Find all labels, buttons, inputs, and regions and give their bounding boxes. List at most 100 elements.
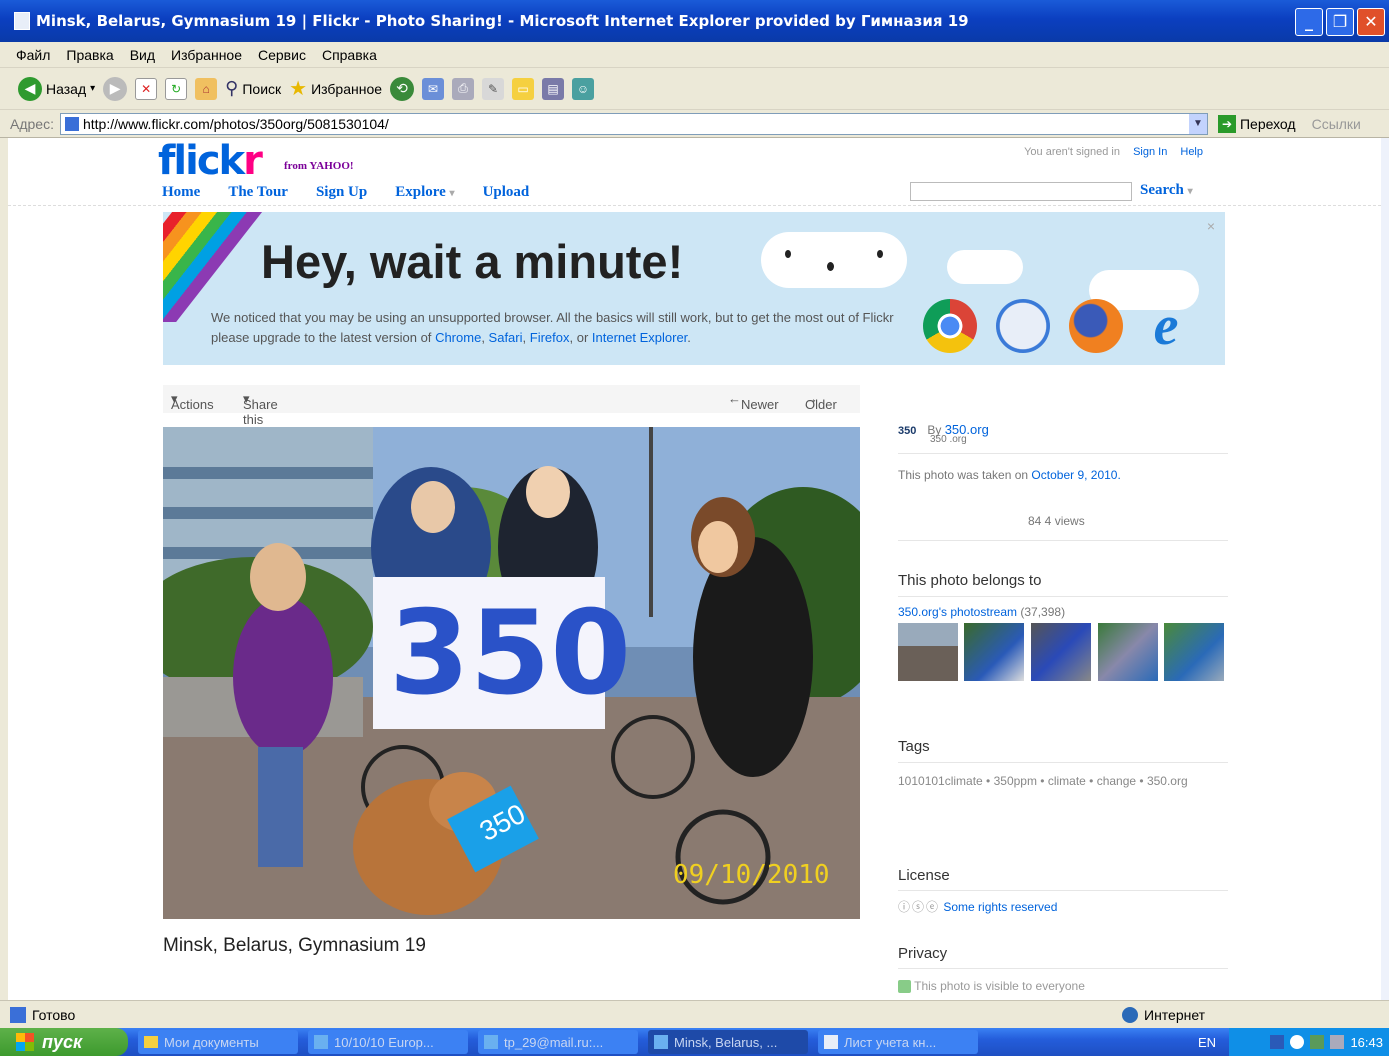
research-button[interactable]: ▤ — [542, 77, 565, 100]
sidebar-divider — [898, 890, 1228, 891]
help-link[interactable]: Help — [1180, 146, 1203, 158]
messenger-button[interactable]: ☺ — [572, 77, 595, 100]
window-title-bar: Minsk, Belarus, Gymnasium 19 | Flickr - … — [0, 0, 1389, 42]
photostream-thumb-3[interactable] — [1031, 623, 1091, 681]
search-dropdown-icon[interactable]: ▾ — [1188, 186, 1193, 197]
cloud — [947, 250, 1023, 284]
photo-title: Minsk, Belarus, Gymnasium 19 — [163, 935, 426, 956]
star-icon: ★ — [289, 78, 308, 100]
address-dropdown[interactable]: ▼ — [1188, 113, 1207, 134]
minimize-button[interactable]: _ — [1295, 8, 1323, 36]
task-ie-europe[interactable]: 10/10/10 Europ... — [308, 1030, 468, 1054]
search-input[interactable] — [910, 182, 1132, 201]
search-button[interactable]: ⚲ Поиск — [225, 78, 281, 99]
go-button[interactable]: ➔ Переход — [1217, 114, 1296, 133]
photo-illustration: 350 350 09/10/2010 — [163, 427, 860, 919]
nav-explore[interactable]: Explore ▾ — [395, 184, 454, 201]
page-icon — [64, 116, 79, 131]
restore-button[interactable]: ❐ — [1326, 8, 1354, 36]
safari-link[interactable]: Safari — [489, 330, 523, 345]
history-button[interactable]: ⟲ — [390, 76, 415, 101]
links-button[interactable]: Ссылки — [1312, 116, 1361, 132]
chrome-icon[interactable] — [923, 299, 977, 353]
clock[interactable]: 16:43 — [1350, 1035, 1383, 1050]
nav-home[interactable]: Home — [162, 184, 200, 201]
safari-icon[interactable] — [996, 299, 1050, 353]
address-url: http://www.flickr.com/photos/350org/5081… — [82, 115, 389, 132]
search-button-flickr[interactable]: Search ▾ — [1140, 182, 1193, 199]
nav-signup[interactable]: Sign Up — [316, 184, 367, 201]
vertical-scrollbar[interactable] — [1381, 138, 1389, 1000]
photostream-thumb-5[interactable] — [1164, 623, 1224, 681]
photostream-thumb-4[interactable] — [1098, 623, 1158, 681]
back-arrow-icon: ◀ — [18, 76, 42, 101]
menu-view[interactable]: Вид — [130, 47, 155, 63]
taken-date-link[interactable]: October 9, 2010. — [1031, 468, 1120, 482]
task-word-doc[interactable]: Лист учета кн... — [818, 1030, 978, 1054]
tray-icon[interactable] — [1270, 1035, 1285, 1049]
owner-buddy-icon[interactable]: 350 — [898, 425, 924, 437]
tray-icon[interactable] — [1310, 1035, 1325, 1049]
nav-tour[interactable]: The Tour — [228, 184, 288, 201]
actions-menu[interactable]: Actions ▾ — [171, 391, 214, 412]
close-button[interactable]: ✕ — [1357, 8, 1385, 36]
ie-link[interactable]: Internet Explorer — [592, 330, 687, 345]
menu-favorites[interactable]: Избранное — [171, 47, 242, 63]
stop-button[interactable]: ✕ — [135, 77, 158, 100]
windows-logo-icon — [16, 1033, 34, 1051]
rainbow-graphic — [163, 212, 270, 322]
photostream-link[interactable]: 350.org's photostream — [898, 605, 1017, 619]
favorites-button[interactable]: ★ Избранное — [289, 76, 382, 101]
task-ie-mail[interactable]: tp_29@mail.ru:... — [478, 1030, 638, 1054]
older-link[interactable]: Older → — [805, 391, 837, 412]
menu-edit[interactable]: Правка — [66, 47, 113, 63]
tray-icon[interactable] — [1290, 1035, 1305, 1049]
language-indicator[interactable]: EN — [1198, 1035, 1216, 1050]
banner-close-button[interactable]: × — [1207, 218, 1215, 234]
firefox-link[interactable]: Firefox — [530, 330, 570, 345]
firefox-icon[interactable] — [1069, 299, 1123, 353]
go-arrow-icon: ➔ — [1217, 114, 1236, 133]
tray-icon[interactable] — [1330, 1035, 1345, 1049]
edit-button[interactable]: ✎ — [482, 77, 505, 100]
sign-in-link[interactable]: Sign In — [1133, 146, 1167, 158]
home-button[interactable]: ⌂ — [195, 77, 218, 100]
mail-button[interactable]: ✉ — [422, 77, 445, 100]
ie-icon — [314, 1035, 328, 1049]
signin-area: You aren't signed in Sign In Help — [1024, 146, 1203, 158]
smiling-cloud — [761, 232, 907, 288]
status-page-icon — [10, 1006, 26, 1023]
chrome-link[interactable]: Chrome — [435, 330, 481, 345]
menu-file[interactable]: Файл — [16, 47, 50, 63]
main-photo[interactable]: 350 350 09/10/2010 — [163, 427, 860, 919]
forward-button[interactable]: ▶ — [103, 76, 128, 101]
license-link[interactable]: Some rights reserved — [943, 900, 1057, 914]
task-ie-minsk[interactable]: Minsk, Belarus, ... — [648, 1030, 808, 1054]
address-bar: Адрес: http://www.flickr.com/photos/350o… — [0, 110, 1389, 138]
nav-upload[interactable]: Upload — [483, 184, 530, 201]
start-button[interactable]: пуск — [0, 1028, 128, 1056]
photostream-thumb-1[interactable] — [898, 623, 958, 681]
ie-app-icon — [14, 12, 30, 30]
tag-list[interactable]: 1010101climate • 350ppm • climate • chan… — [898, 772, 1218, 790]
explore-dropdown-icon[interactable]: ▾ — [450, 188, 455, 199]
folder-icon — [144, 1036, 158, 1048]
folder-button[interactable]: ▭ — [512, 77, 535, 100]
newer-link[interactable]: ← Newer — [728, 391, 779, 412]
owner-subtitle: 350 .org — [930, 434, 967, 445]
menu-tools[interactable]: Сервис — [258, 47, 306, 63]
photostream-thumb-2[interactable] — [964, 623, 1024, 681]
address-input[interactable]: http://www.flickr.com/photos/350org/5081… — [59, 112, 1208, 135]
menu-help[interactable]: Справка — [322, 47, 377, 63]
print-button[interactable]: ⎙ — [452, 77, 475, 100]
task-my-documents[interactable]: Мои документы — [138, 1030, 298, 1054]
flickr-logo[interactable]: flickr from YAHOO! — [158, 138, 354, 184]
sign-text: 350 — [389, 586, 631, 721]
belongs-heading: This photo belongs to — [898, 572, 1042, 589]
photostream-line: 350.org's photostream (37,398) — [898, 605, 1066, 619]
ie-icon[interactable]: e — [1139, 298, 1193, 354]
share-menu[interactable]: Share this ▾ — [243, 391, 278, 427]
back-button[interactable]: ◀ Назад ▾ — [18, 76, 95, 101]
public-icon — [898, 980, 911, 994]
refresh-button[interactable]: ↻ — [165, 77, 188, 100]
